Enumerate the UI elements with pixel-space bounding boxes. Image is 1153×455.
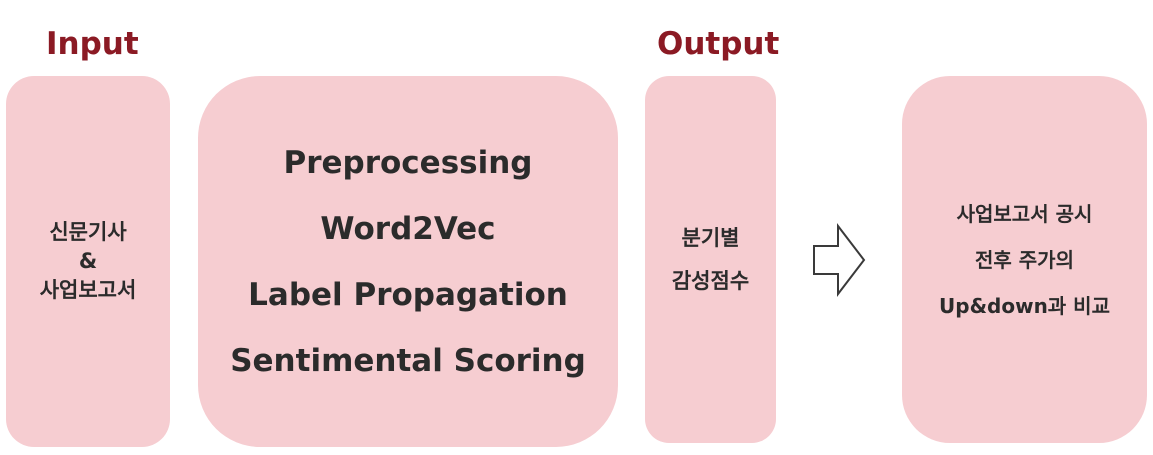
process-step: Word2Vec xyxy=(320,210,496,247)
input-line: 사업보고서 xyxy=(39,278,137,302)
output-heading: Output xyxy=(657,26,780,62)
output-box: 분기별 감성점수 xyxy=(645,76,776,443)
result-box: 사업보고서 공시 전후 주가의 Up&down과 비교 xyxy=(902,76,1147,443)
result-line: 전후 주가의 xyxy=(975,247,1074,272)
process-step: Preprocessing xyxy=(283,144,533,181)
output-line: 분기별 xyxy=(681,225,740,250)
input-line: & xyxy=(78,249,98,273)
result-line: Up&down과 비교 xyxy=(939,293,1110,318)
right-arrow-outline-icon xyxy=(813,223,866,297)
result-line: 사업보고서 공시 xyxy=(956,201,1093,226)
process-box: Preprocessing Word2Vec Label Propagation… xyxy=(198,76,618,447)
input-box: 신문기사 & 사업보고서 xyxy=(6,76,170,447)
process-step: Sentimental Scoring xyxy=(230,342,586,379)
input-line: 신문기사 xyxy=(49,220,127,244)
process-step: Label Propagation xyxy=(248,276,568,313)
input-heading: Input xyxy=(46,26,139,62)
output-line: 감성점수 xyxy=(671,268,750,293)
